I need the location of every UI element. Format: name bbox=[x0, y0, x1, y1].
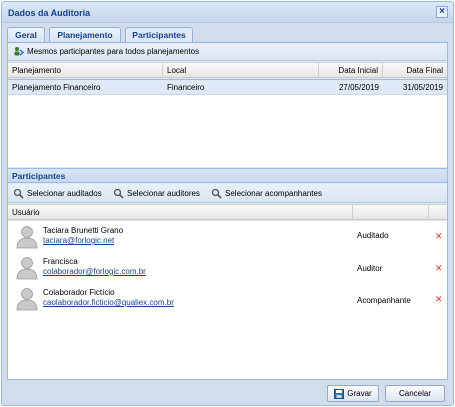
tab-geral[interactable]: Geral bbox=[7, 27, 45, 43]
delete-icon[interactable]: ✕ bbox=[435, 295, 443, 304]
plan-local: Financeiro bbox=[167, 83, 205, 92]
participants-toolbar: Selecionar auditados Selecionar auditore… bbox=[8, 184, 447, 203]
dialog-title: Dados da Auditoria bbox=[8, 8, 91, 18]
list-item[interactable]: Taciara Brunetti Grano taciara@forlogic.… bbox=[8, 221, 447, 252]
user-email-link[interactable]: colaborador@forlogic.com.br bbox=[43, 267, 146, 276]
select-auditors-button[interactable]: Selecionar auditores bbox=[113, 188, 200, 201]
delete-icon[interactable]: ✕ bbox=[435, 232, 443, 241]
select-auditors-label: Selecionar auditores bbox=[127, 189, 200, 198]
select-companions-button[interactable]: Selecionar acompanhantes bbox=[211, 188, 322, 201]
title-bar[interactable]: Dados da Auditoria × bbox=[2, 2, 453, 23]
col-usuario[interactable]: Usuário bbox=[8, 205, 353, 220]
user-email-link[interactable]: caolaborador.ficticio@qualiex.com.br bbox=[43, 298, 174, 307]
list-item[interactable]: Colaborador Fictício caolaborador.fictic… bbox=[8, 283, 447, 314]
save-button[interactable]: Gravar bbox=[327, 385, 379, 402]
col-local[interactable]: Local bbox=[163, 63, 319, 78]
plan-end-date: 31/05/2019 bbox=[402, 83, 443, 92]
table-row[interactable]: Planejamento Financeiro Financeiro 27/05… bbox=[8, 79, 447, 95]
delete-icon[interactable]: ✕ bbox=[435, 264, 443, 273]
select-audited-label: Selecionar auditados bbox=[27, 189, 102, 198]
plan-start-date: 27/05/2019 bbox=[338, 83, 379, 92]
participants-grid-header: Usuário bbox=[8, 204, 447, 220]
close-icon[interactable]: × bbox=[436, 6, 448, 18]
cancel-label: Cancelar bbox=[398, 389, 431, 398]
search-icon bbox=[13, 189, 24, 199]
col-data-final[interactable]: Data Final bbox=[383, 63, 447, 78]
user-name: Francisca bbox=[43, 257, 78, 266]
participants-panel: Mesmos participantes para todos planejam… bbox=[7, 43, 448, 380]
user-email-link[interactable]: taciara@forlogic.net bbox=[43, 236, 114, 245]
tab-strip: Geral Planejamento Participantes bbox=[2, 24, 453, 44]
participants-grid-body: Taciara Brunetti Grano taciara@forlogic.… bbox=[8, 221, 447, 379]
participants-section-title: Participantes bbox=[8, 168, 447, 183]
user-role: Auditado bbox=[357, 231, 389, 240]
cancel-button[interactable]: Cancelar bbox=[385, 385, 445, 402]
select-audited-button[interactable]: Selecionar auditados bbox=[13, 188, 102, 201]
planning-toolbar: Mesmos participantes para todos planejam… bbox=[8, 43, 447, 61]
plan-name: Planejamento Financeiro bbox=[12, 83, 101, 92]
avatar bbox=[16, 288, 38, 311]
col-role bbox=[353, 205, 429, 220]
dialog-footer: Gravar Cancelar bbox=[2, 381, 453, 405]
same-participants-button[interactable]: Mesmos participantes para todos planejam… bbox=[13, 46, 199, 59]
user-role: Acompanhante bbox=[357, 296, 411, 305]
col-actions bbox=[429, 205, 447, 220]
col-planejamento[interactable]: Planejamento bbox=[8, 63, 163, 78]
floppy-disk-icon bbox=[334, 388, 345, 399]
user-role: Auditor bbox=[357, 264, 383, 273]
same-participants-label: Mesmos participantes para todos planejam… bbox=[27, 47, 200, 56]
users-copy-icon bbox=[14, 47, 24, 56]
tab-planejamento[interactable]: Planejamento bbox=[49, 27, 121, 43]
audit-dialog: Dados da Auditoria × Geral Planejamento … bbox=[1, 1, 454, 406]
list-item[interactable]: Francisca colaborador@forlogic.com.br Au… bbox=[8, 252, 447, 283]
avatar bbox=[16, 226, 38, 249]
planning-grid-body: Planejamento Financeiro Financeiro 27/05… bbox=[8, 79, 447, 167]
user-name: Colaborador Fictício bbox=[43, 288, 115, 297]
select-companions-label: Selecionar acompanhantes bbox=[225, 189, 322, 198]
save-label: Gravar bbox=[347, 389, 372, 398]
search-icon bbox=[211, 189, 222, 199]
planning-grid-header: Planejamento Local Data Inicial Data Fin… bbox=[8, 62, 447, 78]
user-name: Taciara Brunetti Grano bbox=[43, 226, 124, 235]
search-icon bbox=[113, 189, 124, 199]
col-data-inicial[interactable]: Data Inicial bbox=[319, 63, 383, 78]
avatar bbox=[16, 257, 38, 280]
